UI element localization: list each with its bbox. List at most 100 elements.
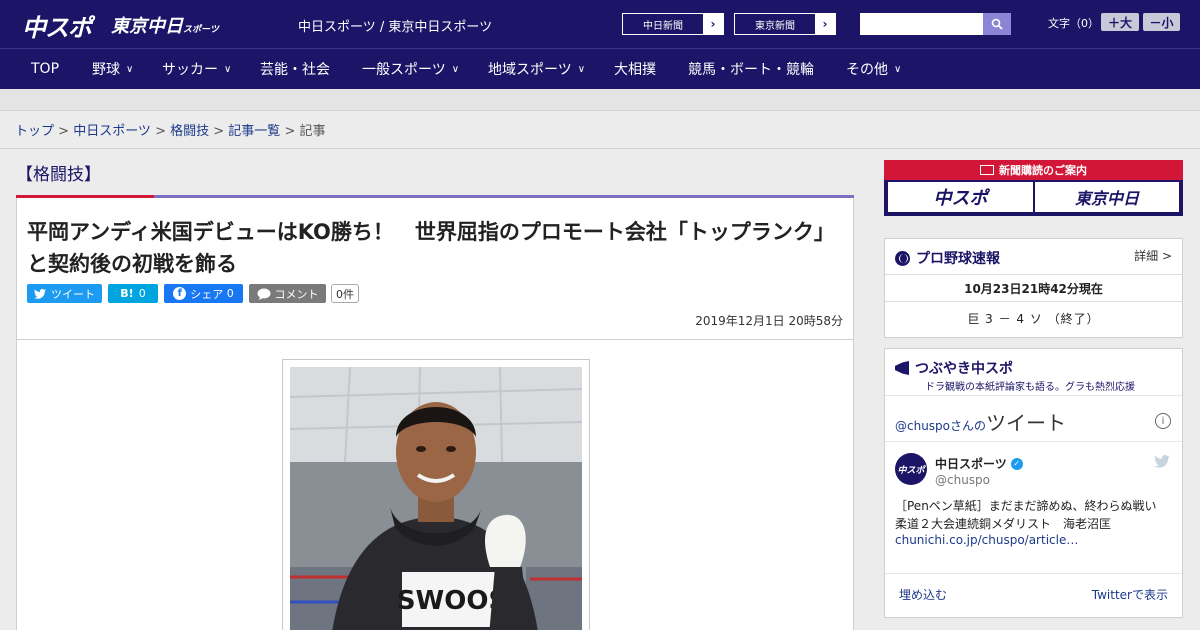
nav-top[interactable]: TOP: [31, 49, 59, 89]
nav-label: 大相撲: [614, 62, 656, 78]
nav-label: TOP: [31, 61, 60, 77]
breadcrumb-article-list[interactable]: 記事一覧: [228, 124, 280, 139]
verified-badge-icon: ✓: [1010, 457, 1023, 470]
breadcrumb-martial-arts[interactable]: 格闘技: [170, 124, 209, 139]
tweet-link[interactable]: chunichi.co.jp/chuspo/article…: [895, 533, 1078, 547]
facebook-share-button[interactable]: f シェア 0: [164, 284, 243, 303]
megaphone-icon: [895, 361, 909, 375]
nav-general-sports[interactable]: 一般スポーツ ∨: [362, 49, 459, 89]
nav-label: 野球: [92, 62, 120, 78]
tweet-author-name-text: 中日スポーツ: [935, 457, 1007, 471]
nav-label: 競馬・ボート・競輪: [688, 62, 814, 78]
nav-entertainment[interactable]: 芸能・社会: [260, 49, 330, 89]
nav-baseball[interactable]: 野球 ∨: [92, 49, 133, 89]
timeline-tweets-word: ツイート: [986, 411, 1067, 435]
nav-label: 芸能・社会: [260, 62, 330, 78]
chevron-down-icon: ∨: [577, 63, 586, 75]
boxer-photo-illustration: SWOOS: [290, 367, 582, 630]
ad-logo-tokyo[interactable]: 東京中日: [1035, 182, 1179, 212]
search-button[interactable]: [983, 13, 1011, 35]
breadcrumb-sep: >: [54, 124, 74, 139]
nav-racing[interactable]: 競馬・ボート・競輪: [688, 49, 814, 89]
article-headline: 平岡アンディ米国デビューはKO勝ち！ 世界屈指のプロモート会社「トップランク」と…: [27, 220, 835, 276]
hatena-bookmark-button[interactable]: B! 0: [108, 284, 158, 303]
score-timestamp: 10月23日21時42分現在: [964, 282, 1103, 296]
chevron-down-icon: ∨: [451, 63, 460, 75]
breadcrumb-sep: >: [280, 124, 300, 139]
timeline-handle-link[interactable]: @chuspo: [895, 419, 950, 433]
breadcrumb-current: 記事: [299, 124, 326, 139]
tweet-button[interactable]: ツイート: [27, 284, 102, 303]
breadcrumb-divider: [0, 148, 1200, 149]
breadcrumb-chuspo[interactable]: 中日スポーツ: [73, 124, 151, 139]
nav-others[interactable]: その他 ∨: [846, 49, 901, 89]
comment-button[interactable]: コメント: [249, 284, 326, 303]
newspaper-icon: [980, 165, 994, 175]
divider: [885, 301, 1182, 302]
article-category: 【格闘技】: [16, 165, 101, 185]
score-detail-link[interactable]: 詳細 >: [1134, 247, 1172, 264]
chevron-right-icon: ›: [703, 14, 723, 34]
ad-logo-chuspo[interactable]: 中スポ: [888, 182, 1033, 212]
nav-sumo[interactable]: 大相撲: [614, 49, 656, 89]
nav-label: 一般スポーツ: [362, 62, 446, 78]
avatar[interactable]: 中スポ: [895, 453, 927, 485]
tokyo-logo-small: スポーツ: [183, 25, 219, 35]
tweet-text: ［Penペン草紙］まだまだ諦めぬ、終わらぬ戦い 柔道２大会連続銅メダリスト 海老…: [895, 499, 1169, 531]
search-icon: [991, 18, 1003, 30]
divider: [885, 274, 1182, 275]
article-photo-card: SWOOS: [16, 339, 854, 630]
timeline-header: @chuspoさんのツイート: [895, 407, 1066, 436]
twitter-widget: つぶやき中スポ ドラ観戦の本紙評論家も語る。グラも熱烈応援 @chuspoさんの…: [884, 348, 1183, 618]
sub-nav-strip: [0, 89, 1200, 111]
twitter-bird-icon: [34, 288, 46, 299]
tweet-author-name[interactable]: 中日スポーツ ✓: [935, 455, 1023, 472]
embed-link[interactable]: 埋め込む: [899, 586, 947, 603]
subscription-ad-title: 新聞購読のご案内: [999, 164, 1087, 177]
subscription-ad-header: 新聞購読のご案内: [884, 160, 1183, 180]
published-date: 2019年12月1日 20時58分: [695, 314, 843, 328]
facebook-count: 0: [226, 287, 234, 300]
tweet-author-handle[interactable]: @chuspo: [935, 473, 990, 487]
chunichi-shimbun-label: 中日新聞: [643, 20, 683, 32]
nav-label: サッカー: [162, 62, 218, 78]
chevron-right-icon: ›: [815, 14, 835, 34]
nav-label: その他: [846, 62, 888, 78]
top-header: 中スポ 東京中日スポーツ 中日スポーツ / 東京中日スポーツ 中日新聞 › 東京…: [0, 0, 1200, 48]
tokyo-shimbun-link[interactable]: 東京新聞 ›: [734, 13, 836, 35]
facebook-share-label: シェア: [190, 287, 224, 301]
divider: [885, 441, 1182, 442]
comment-label: コメント: [274, 287, 319, 301]
view-on-twitter-link[interactable]: Twitterで表示: [1092, 586, 1168, 603]
search-input[interactable]: [860, 13, 983, 35]
tweet-label: ツイート: [51, 287, 95, 301]
site-links[interactable]: 中日スポーツ / 東京中日スポーツ: [298, 16, 492, 35]
twitter-widget-subtitle: ドラ観戦の本紙評論家も語る。グラも熱烈応援: [925, 382, 1135, 393]
hatena-count: 0: [138, 287, 146, 300]
nav-local-sports[interactable]: 地域スポーツ ∨: [488, 49, 585, 89]
font-size-increase-button[interactable]: ＋大: [1101, 13, 1139, 31]
subscription-ad[interactable]: 新聞購読のご案内 中スポ 東京中日: [884, 160, 1183, 216]
chevron-down-icon: ∨: [224, 63, 232, 75]
score-title-text: プロ野球速報: [916, 251, 1000, 267]
comment-bubble-icon: [257, 288, 270, 300]
tokyo-chunichi-logo[interactable]: 東京中日スポーツ: [111, 12, 219, 38]
nav-label: 地域スポーツ: [488, 62, 572, 78]
font-size-decrease-button[interactable]: －小: [1143, 13, 1180, 31]
breadcrumb-top[interactable]: トップ: [15, 124, 54, 139]
chunichi-shimbun-link[interactable]: 中日新聞 ›: [622, 13, 724, 35]
info-icon[interactable]: i: [1155, 413, 1171, 429]
nav-soccer[interactable]: サッカー ∨: [162, 49, 231, 89]
score-result[interactable]: 巨 3 － 4 ソ （終了）: [885, 310, 1182, 327]
divider: [885, 573, 1182, 574]
breadcrumb-sep: >: [209, 124, 229, 139]
tokyo-shimbun-label: 東京新聞: [755, 20, 795, 32]
chuspo-logo[interactable]: 中スポ: [22, 8, 92, 43]
twitter-bird-icon[interactable]: [1154, 455, 1170, 472]
article-photo[interactable]: SWOOS: [290, 367, 582, 630]
tokyo-logo-text: 東京中日: [111, 16, 183, 37]
breadcrumb: トップ > 中日スポーツ > 格闘技 > 記事一覧 > 記事: [15, 120, 326, 139]
chevron-down-icon: ∨: [894, 63, 902, 75]
font-size-label: 文字（0）: [1048, 17, 1099, 30]
breadcrumb-sep: >: [150, 124, 171, 139]
